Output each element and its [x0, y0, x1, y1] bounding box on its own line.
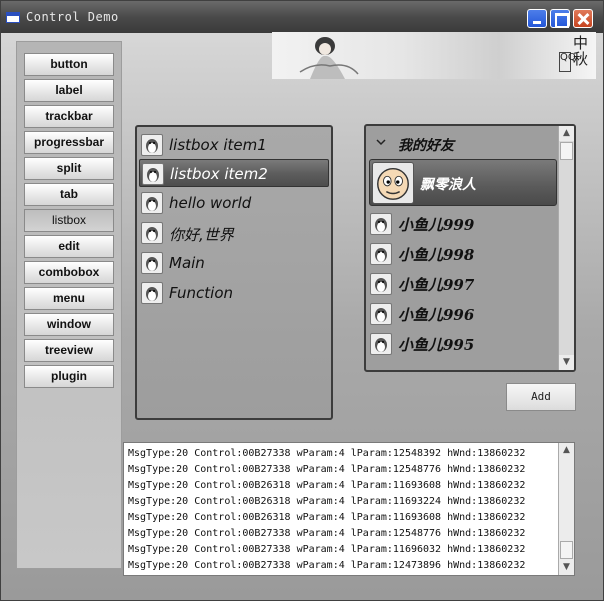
nav-button-tab[interactable]: tab [24, 183, 114, 206]
log-line: MsgType:20 Control:00B27338 wParam:4 lPa… [128, 448, 526, 459]
list-item-label: Main [169, 254, 205, 272]
penguin-icon [141, 192, 163, 214]
nav-button-split[interactable]: split [24, 157, 114, 180]
friends-scrollbar[interactable]: ▲ ▼ [558, 126, 574, 370]
maximize-button[interactable] [550, 9, 570, 28]
list-item-label: Function [169, 284, 234, 302]
add-button[interactable]: Add [506, 383, 576, 411]
friend-name: 小鱼儿995 [398, 336, 475, 354]
friend-name: 小鱼儿999 [398, 216, 475, 234]
friend-item-selected[interactable]: 飘零浪人 [369, 159, 557, 206]
penguin-icon [370, 333, 392, 355]
nav-button-listbox[interactable]: listbox [24, 209, 114, 232]
banner-seal: QQ [559, 52, 576, 72]
penguin-icon [141, 222, 163, 244]
nav-button-button[interactable]: button [24, 53, 114, 76]
list-item-label: hello world [169, 194, 252, 212]
list-item[interactable]: 你好,世界 [139, 219, 329, 247]
friend-item[interactable]: 小鱼儿999 [368, 209, 558, 239]
nav-button-plugin[interactable]: plugin [24, 365, 114, 388]
list-item-selected[interactable]: listbox item2 [139, 159, 329, 187]
group-header[interactable]: 我的好友 [368, 130, 558, 156]
window-icon [6, 12, 20, 23]
penguin-icon [142, 163, 164, 185]
friends-tree[interactable]: 我的好友 飘零浪人 小鱼儿999 小鱼儿998 小鱼儿997 小鱼儿996 小鱼… [364, 124, 576, 372]
penguin-icon [370, 303, 392, 325]
list-item[interactable]: Main [139, 249, 329, 277]
log-line: MsgType:20 Control:00B26318 wParam:4 lPa… [128, 512, 526, 523]
friend-name: 飘零浪人 [420, 177, 476, 193]
list-item[interactable]: Function [139, 279, 329, 307]
log-line: MsgType:20 Control:00B27338 wParam:4 lPa… [128, 544, 526, 555]
minimize-button[interactable] [527, 9, 547, 28]
banner-image: 中秋 QQ [272, 32, 596, 79]
friend-item[interactable]: 小鱼儿995 [368, 329, 558, 359]
message-log[interactable]: MsgType:20 Control:00B27338 wParam:4 lPa… [123, 442, 575, 576]
friend-item[interactable]: 小鱼儿998 [368, 239, 558, 269]
friend-item[interactable]: 小鱼儿996 [368, 299, 558, 329]
scroll-up-icon[interactable]: ▲ [559, 126, 574, 141]
list-item-label: listbox item1 [169, 136, 267, 154]
friend-name: 小鱼儿996 [398, 306, 475, 324]
penguin-icon [370, 213, 392, 235]
penguin-icon [141, 282, 163, 304]
nav-button-combobox[interactable]: combobox [24, 261, 114, 284]
avatar [372, 162, 414, 204]
listbox[interactable]: listbox item1 listbox item2 hello world … [135, 125, 333, 420]
list-item[interactable]: hello world [139, 189, 329, 217]
penguin-icon [370, 273, 392, 295]
penguin-icon [370, 243, 392, 265]
nav-button-window[interactable]: window [24, 313, 114, 336]
nav-button-label[interactable]: label [24, 79, 114, 102]
chevron-down-icon [376, 139, 386, 146]
group-label: 我的好友 [398, 138, 454, 154]
penguin-icon [141, 134, 163, 156]
list-item[interactable]: listbox item1 [139, 131, 329, 159]
log-line: MsgType:20 Control:00B26318 wParam:4 lPa… [128, 480, 526, 491]
list-item-label: 你好,世界 [169, 226, 234, 244]
scroll-up-icon[interactable]: ▲ [559, 443, 574, 458]
nav-button-edit[interactable]: edit [24, 235, 114, 258]
list-item-label: listbox item2 [170, 165, 268, 183]
nav-button-trackbar[interactable]: trackbar [24, 105, 114, 128]
scroll-thumb[interactable] [560, 142, 573, 160]
scroll-down-icon[interactable]: ▼ [559, 560, 574, 575]
main-window: Control Demo 中秋 QQ button label trackbar… [0, 0, 604, 601]
log-line: MsgType:20 Control:00B26318 wParam:4 lPa… [128, 496, 526, 507]
title-bar[interactable]: Control Demo [1, 1, 603, 33]
nav-button-treeview[interactable]: treeview [24, 339, 114, 362]
penguin-icon [141, 252, 163, 274]
friend-item[interactable]: 小鱼儿997 [368, 269, 558, 299]
log-line: MsgType:20 Control:00B27338 wParam:4 lPa… [128, 464, 526, 475]
scroll-thumb[interactable] [560, 541, 573, 559]
log-line: MsgType:20 Control:00B27338 wParam:4 lPa… [128, 528, 526, 539]
nav-button-progressbar[interactable]: progressbar [24, 131, 114, 154]
log-scrollbar[interactable]: ▲ ▼ [558, 443, 574, 575]
friend-name: 小鱼儿997 [398, 276, 475, 294]
friend-name: 小鱼儿998 [398, 246, 475, 264]
nav-button-menu[interactable]: menu [24, 287, 114, 310]
scroll-down-icon[interactable]: ▼ [559, 355, 574, 370]
window-title: Control Demo [26, 10, 119, 24]
close-button[interactable] [573, 9, 593, 28]
banner-figure-illustration [299, 37, 359, 79]
log-line: MsgType:20 Control:00B27338 wParam:4 lPa… [128, 560, 526, 571]
